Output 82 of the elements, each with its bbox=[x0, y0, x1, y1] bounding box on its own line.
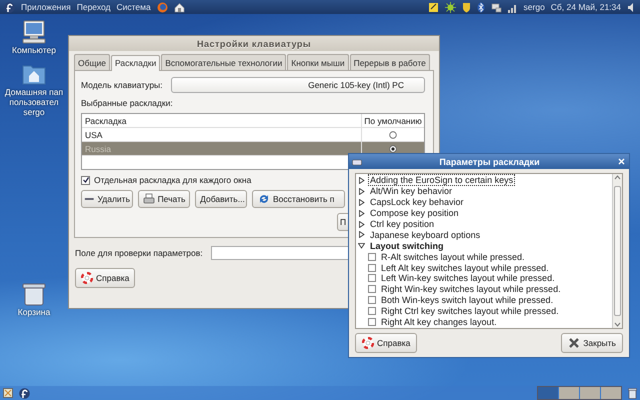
checkbox[interactable] bbox=[368, 274, 376, 282]
scroll-down-icon bbox=[614, 321, 621, 328]
close-icon[interactable] bbox=[617, 157, 626, 166]
panel-menu[interactable]: Переход bbox=[76, 2, 110, 12]
collapsed-arrow-icon[interactable] bbox=[358, 231, 365, 238]
keyboard-model-button[interactable]: Generic 105-key (Intl) PC bbox=[170, 77, 425, 93]
user-name[interactable]: sergo bbox=[524, 2, 545, 12]
tree-item[interactable]: Alt/Win key behavior bbox=[368, 185, 454, 198]
window-title: Настройки клавиатуры bbox=[196, 38, 312, 48]
lifebuoy-icon bbox=[81, 272, 93, 284]
option-label: Both Win-keys switch layout while pressed. bbox=[381, 295, 554, 306]
reset-button[interactable]: Восстановить п bbox=[252, 190, 345, 208]
option-label: Right Win-key switches layout while pressed. bbox=[381, 284, 561, 294]
close-icon bbox=[568, 337, 580, 350]
icon-label[interactable]: Корзина bbox=[18, 307, 50, 317]
column-header: По умолчанию bbox=[361, 114, 424, 127]
tab[interactable]: Кнопки мыши bbox=[287, 54, 349, 70]
sun-icon[interactable] bbox=[444, 2, 456, 12]
fedora-logo-icon[interactable] bbox=[4, 2, 15, 12]
print-button[interactable]: Печать bbox=[138, 190, 190, 208]
option-label: Left Win-key switches layout while pressed. bbox=[381, 273, 555, 284]
window-title: Параметры раскладки bbox=[438, 156, 541, 166]
close-button[interactable]: Закрыть bbox=[561, 333, 623, 354]
show-desktop-icon[interactable] bbox=[3, 388, 13, 398]
tree-item[interactable]: Ctrl key position bbox=[368, 218, 436, 230]
scrollbar[interactable] bbox=[612, 174, 622, 328]
scroll-up-icon bbox=[614, 174, 621, 181]
collapsed-arrow-icon[interactable] bbox=[358, 176, 365, 184]
check-icon bbox=[82, 177, 88, 183]
computer-icon[interactable] bbox=[21, 20, 47, 44]
fedora-logo-icon[interactable] bbox=[19, 388, 30, 398]
checkbox-label: Отдельная раскладка для каждого окна bbox=[94, 175, 252, 185]
clock[interactable]: Сб, 24 Май, 21:34 bbox=[550, 2, 621, 12]
refresh-icon bbox=[258, 193, 270, 205]
tab[interactable]: Вспомогательные технологии bbox=[161, 54, 286, 70]
add-button[interactable]: Добавить... bbox=[195, 190, 247, 208]
icon-label[interactable]: Домашняя пап пользовател sergo bbox=[4, 87, 64, 117]
checkbox[interactable] bbox=[368, 307, 376, 316]
tab[interactable]: Общие bbox=[74, 54, 110, 70]
tree-item[interactable]: CapsLock key behavior bbox=[368, 196, 466, 208]
tab[interactable]: Перерыв в работе bbox=[350, 54, 430, 70]
section-label: Выбранные раскладки: bbox=[81, 98, 174, 108]
collapsed-arrow-icon[interactable] bbox=[358, 198, 365, 206]
notes-icon[interactable] bbox=[428, 2, 439, 12]
checkbox[interactable] bbox=[81, 176, 90, 184]
scroll-thumb[interactable] bbox=[614, 186, 621, 316]
column-header: Раскладка bbox=[84, 116, 128, 126]
help-button[interactable]: Справка bbox=[75, 268, 136, 288]
field-label: Модель клавиатуры: bbox=[81, 80, 163, 90]
help-button[interactable]: Справка bbox=[355, 333, 418, 354]
expanded-arrow-icon[interactable] bbox=[358, 242, 365, 250]
checkbox[interactable] bbox=[368, 318, 376, 326]
option-label: Right Ctrl key switches layout while pressed. bbox=[381, 306, 559, 316]
collapsed-arrow-icon[interactable] bbox=[358, 210, 365, 217]
printer-icon bbox=[142, 193, 155, 205]
trash-can-icon[interactable] bbox=[628, 388, 637, 398]
field-label: Поле для проверки параметров: bbox=[75, 248, 203, 258]
tab[interactable]: Раскладки bbox=[110, 55, 160, 71]
tree-item[interactable]: Layout switching bbox=[368, 240, 446, 252]
radio-button[interactable] bbox=[389, 144, 397, 152]
remove-button[interactable]: Удалить bbox=[81, 190, 133, 208]
collapsed-arrow-icon[interactable] bbox=[358, 220, 365, 228]
bluetooth-icon[interactable] bbox=[476, 2, 485, 12]
option-label: R-Alt switches layout while pressed. bbox=[381, 252, 525, 262]
checkbox[interactable] bbox=[368, 264, 376, 272]
collapsed-arrow-icon[interactable] bbox=[358, 188, 365, 195]
panel-menu[interactable]: Приложения bbox=[21, 2, 71, 12]
checkbox[interactable] bbox=[368, 252, 376, 261]
tree-item[interactable]: Compose key position bbox=[368, 207, 461, 220]
option-label: Right Alt key changes layout. bbox=[381, 317, 497, 328]
tree-item[interactable]: Japanese keyboard options bbox=[368, 228, 482, 241]
volume-icon[interactable] bbox=[627, 2, 636, 12]
checkbox[interactable] bbox=[368, 296, 376, 304]
lifebuoy-icon bbox=[362, 337, 374, 350]
tree-item[interactable]: Adding the EuroSign to certain keys bbox=[368, 174, 516, 186]
checkbox[interactable] bbox=[368, 285, 376, 294]
radio-button[interactable] bbox=[389, 130, 397, 138]
icon-label[interactable]: Компьютер bbox=[12, 45, 56, 55]
shield-icon[interactable] bbox=[462, 2, 471, 12]
panel-menu[interactable]: Система bbox=[116, 2, 151, 12]
trash-can-icon[interactable] bbox=[21, 282, 47, 306]
option-label: Left Alt key switches layout while pressed. bbox=[381, 262, 549, 273]
